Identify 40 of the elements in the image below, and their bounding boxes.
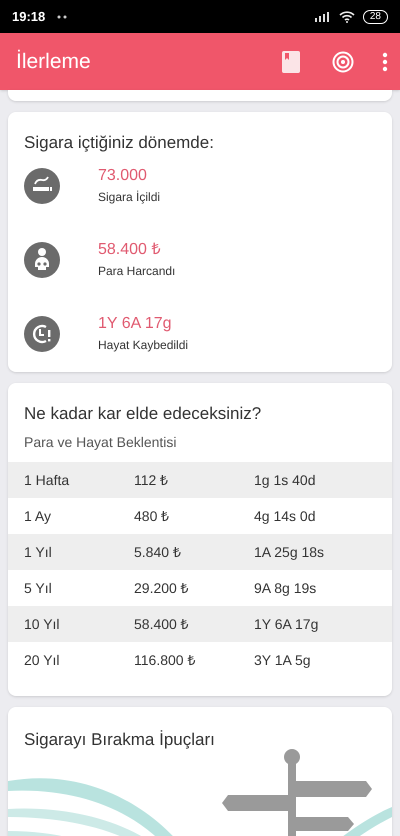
more-menu-icon[interactable] — [382, 52, 388, 72]
card-title: Ne kadar kar elde edeceksiniz? — [23, 402, 262, 424]
table-cell-text: 116.800 ₺ — [134, 650, 196, 670]
skull-coin-icon — [24, 242, 60, 278]
cigarette-icon — [24, 168, 60, 204]
table-cell-text: 5.840 ₺ — [134, 542, 182, 562]
stat-value: 58.400 ₺ — [98, 240, 162, 260]
wifi-icon — [338, 10, 355, 22]
table-cell-text: 480 ₺ — [134, 506, 170, 526]
book-icon[interactable] — [282, 50, 300, 72]
card-subtitle: Para ve Hayat Beklentisi — [23, 433, 178, 452]
table-cell-text: 29.200 ₺ — [134, 578, 190, 598]
stat-value: 1Y 6A 17g — [98, 314, 173, 334]
stat-value: 73.000 — [98, 166, 148, 186]
stat-label: Sigara İçildi — [98, 188, 160, 206]
target-icon[interactable] — [332, 50, 354, 72]
stat-label: Hayat Kaybedildi — [98, 336, 188, 354]
table-cell-text: 3Y 1A 5g — [254, 650, 311, 670]
app-bar-title: İlerleme — [16, 48, 92, 75]
battery-indicator: 28 — [362, 10, 388, 24]
stat-label: Para Harcandı — [98, 262, 176, 280]
table-cell-text: 20 Yıl — [23, 650, 61, 670]
table-cell-text: 1 Ay — [23, 506, 52, 526]
table-cell-text: 58.400 ₺ — [134, 614, 190, 634]
table-cell-text: 9A 8g 19s — [254, 578, 316, 598]
table-cell-text: 4g 14s 0d — [254, 506, 316, 526]
table-cell-text: 5 Yıl — [23, 578, 53, 598]
table-cell-text: 1 Yıl — [23, 542, 53, 562]
signal-icon — [314, 12, 331, 22]
clock-alert-icon — [24, 316, 60, 352]
table-cell-text: 112 ₺ — [134, 470, 170, 490]
notification-dots-icon — [57, 14, 68, 18]
table-cell-text: 1 Hafta — [23, 470, 70, 490]
table-cell-text: 1Y 6A 17g — [254, 614, 318, 634]
table-cell-text: 10 Yıl — [23, 614, 61, 634]
table-cell-text: 1A 25g 18s — [254, 542, 324, 562]
status-time: 19:18 — [12, 8, 46, 26]
table-cell-text: 1g 1s 40d — [254, 470, 316, 490]
card-title: Sigara içtiğiniz dönemde: — [24, 132, 215, 154]
card-title: Sigarayı Bırakma İpuçları — [23, 729, 216, 751]
